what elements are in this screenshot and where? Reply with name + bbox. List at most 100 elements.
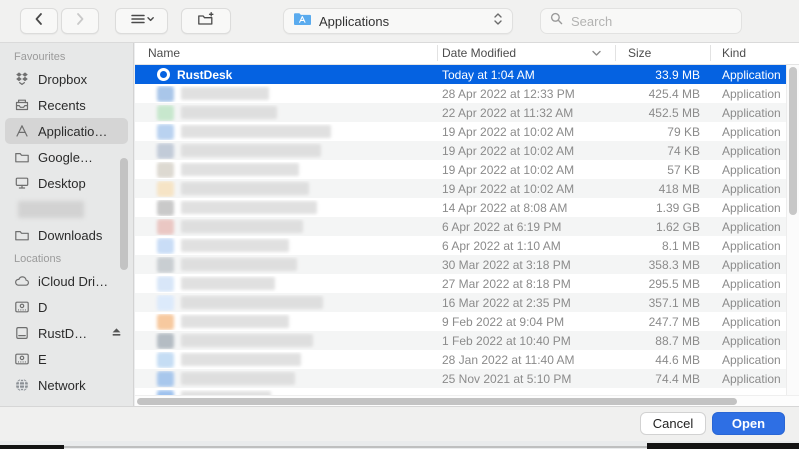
table-row[interactable]: 28 Apr 2022 at 12:33 PM425.4 MBApplicati… <box>135 84 799 103</box>
column-header-date-label: Date Modified <box>442 46 516 60</box>
table-row-rustdesk[interactable]: RustDeskToday at 1:04 AM33.9 MBApplicati… <box>135 65 799 84</box>
size-cell: 44.6 MB <box>615 353 710 367</box>
up-down-chevrons-icon <box>493 12 503 31</box>
table-row[interactable]: 27 Mar 2022 at 8:18 PM295.5 MBApplicatio… <box>135 274 799 293</box>
file-name-cell <box>135 86 437 102</box>
date-modified-cell: 9 Feb 2022 at 9:04 PM <box>437 315 615 329</box>
table-row[interactable]: 6 Apr 2022 at 6:19 PM1.62 GBApplication <box>135 217 799 236</box>
size-cell: 33.9 MB <box>615 68 710 82</box>
date-modified-cell: 30 Mar 2022 at 3:18 PM <box>437 258 615 272</box>
back-button[interactable] <box>20 8 58 34</box>
new-folder-button[interactable] <box>181 8 231 34</box>
column-header-size-label: Size <box>628 46 651 60</box>
network-icon <box>14 377 30 393</box>
date-modified-cell: 14 Apr 2022 at 8:08 AM <box>437 201 615 215</box>
sidebar-item-redacted[interactable] <box>5 196 128 222</box>
redacted-file-name <box>181 201 317 214</box>
search-field[interactable] <box>540 8 742 34</box>
redacted-file-name <box>181 296 323 309</box>
sidebar-item-applicatio[interactable]: Applicatio… <box>5 118 128 144</box>
search-input[interactable] <box>569 13 749 30</box>
redacted-file-icon <box>157 314 174 330</box>
sidebar-section-favourites: Favourites Dropbox Recents Applicatio…Goog… <box>0 46 133 248</box>
file-name-cell <box>135 200 437 216</box>
applications-icon <box>14 123 30 139</box>
sidebar-item-dropbox[interactable]: Dropbox <box>5 66 128 92</box>
chevron-left-icon <box>31 11 47 32</box>
eject-icon[interactable] <box>110 325 123 341</box>
size-cell: 74 KB <box>615 144 710 158</box>
file-name-cell <box>135 124 437 140</box>
table-row[interactable]: 19 Apr 2022 at 10:02 AM74 KBApplication <box>135 141 799 160</box>
sort-descending-icon <box>591 46 602 60</box>
sidebar-scrollbar-thumb[interactable] <box>120 158 128 270</box>
table-row[interactable]: 22 Apr 2022 at 11:32 AM452.5 MBApplicati… <box>135 103 799 122</box>
column-header-kind[interactable]: Kind <box>710 42 799 64</box>
sidebar-item-icloud-dri[interactable]: iCloud Dri… <box>5 268 128 294</box>
date-modified-cell: 28 Jan 2022 at 11:40 AM <box>437 353 615 367</box>
size-cell: 452.5 MB <box>615 106 710 120</box>
vertical-scrollbar[interactable] <box>786 65 799 395</box>
location-dropdown-label: Applications <box>319 14 486 29</box>
sidebar-item-network[interactable]: Network <box>5 372 128 398</box>
sidebar-item-downloads[interactable]: Downloads <box>5 222 128 248</box>
table-row[interactable]: 19 Apr 2022 at 10:02 AM418 MBApplication <box>135 179 799 198</box>
table-row[interactable]: 14 Apr 2022 at 8:08 AM1.39 GBApplication <box>135 198 799 217</box>
applications-folder-icon <box>293 11 312 31</box>
table-row[interactable]: 1 Feb 2022 at 10:40 PM88.7 MBApplication <box>135 331 799 350</box>
sidebar-item-rustd[interactable]: RustD… <box>5 320 128 346</box>
sidebar-item-recents[interactable]: Recents <box>5 92 128 118</box>
open-file-dialog: Applications Favourites Dropbox Recents Ap… <box>0 0 799 449</box>
redacted-file-icon <box>157 295 174 311</box>
file-name-cell <box>135 105 437 121</box>
sidebar-item-google[interactable]: Google… <box>5 144 128 170</box>
background-window-right <box>647 443 799 449</box>
chevron-right-icon <box>72 11 88 32</box>
column-header-size[interactable]: Size <box>615 42 710 64</box>
redacted-file-name <box>181 353 301 366</box>
table-row[interactable]: 28 Jan 2022 at 11:40 AM44.6 MBApplicatio… <box>135 350 799 369</box>
table-row[interactable]: 25 Nov 2021 at 5:10 PM74.4 MBApplication <box>135 369 799 388</box>
column-header-kind-label: Kind <box>722 46 746 60</box>
table-row[interactable]: 19 Apr 2022 at 10:02 AM79 KBApplication <box>135 122 799 141</box>
redacted-file-name <box>181 106 277 119</box>
size-cell: 8.1 MB <box>615 239 710 253</box>
table-row[interactable]: 16 Mar 2022 at 2:35 PM357.1 MBApplicatio… <box>135 293 799 312</box>
sidebar-item-desktop[interactable]: Desktop <box>5 170 128 196</box>
file-name-cell <box>135 143 437 159</box>
table-row[interactable]: 30 Mar 2022 at 3:18 PM358.3 MBApplicatio… <box>135 255 799 274</box>
view-options-button[interactable] <box>115 8 168 34</box>
sidebar-item-label: Recents <box>38 98 86 113</box>
desktop-icon <box>14 175 30 191</box>
redacted-file-name <box>181 277 275 290</box>
horizontal-scrollbar-thumb[interactable] <box>137 398 737 405</box>
file-name-cell <box>135 219 437 235</box>
toolbar: Applications <box>0 0 799 43</box>
date-modified-cell: Today at 1:04 AM <box>437 68 615 82</box>
date-modified-cell: 6 Apr 2022 at 6:19 PM <box>437 220 615 234</box>
table-row[interactable]: 9 Feb 2022 at 9:04 PM247.7 MBApplication <box>135 312 799 331</box>
disk-icon <box>14 299 30 315</box>
table-row[interactable]: 6 Apr 2022 at 1:10 AM8.1 MBApplication <box>135 236 799 255</box>
location-dropdown[interactable]: Applications <box>283 8 513 34</box>
file-name-cell <box>135 314 437 330</box>
column-header-name-label: Name <box>148 46 180 60</box>
redacted-file-icon <box>157 200 174 216</box>
date-modified-cell: 25 Nov 2021 at 5:10 PM <box>437 372 615 386</box>
column-header-date-modified[interactable]: Date Modified <box>437 42 615 64</box>
file-name-cell <box>135 162 437 178</box>
search-icon <box>549 11 564 31</box>
vertical-scrollbar-thumb[interactable] <box>789 67 797 215</box>
cancel-button[interactable]: Cancel <box>640 412 706 435</box>
sidebar-item-label: RustD… <box>38 326 87 341</box>
table-row[interactable] <box>135 388 799 395</box>
table-row[interactable]: 19 Apr 2022 at 10:02 AM57 KBApplication <box>135 160 799 179</box>
file-name-cell: RustDesk <box>135 68 437 82</box>
forward-button[interactable] <box>61 8 99 34</box>
section-title-favourites: Favourites <box>0 46 133 66</box>
sidebar-item-d[interactable]: D <box>5 294 128 320</box>
column-header-name[interactable]: Name <box>135 42 437 64</box>
open-button[interactable]: Open <box>712 412 785 435</box>
sidebar-item-e[interactable]: E <box>5 346 128 372</box>
selected-file-name: RustDesk <box>177 68 232 82</box>
